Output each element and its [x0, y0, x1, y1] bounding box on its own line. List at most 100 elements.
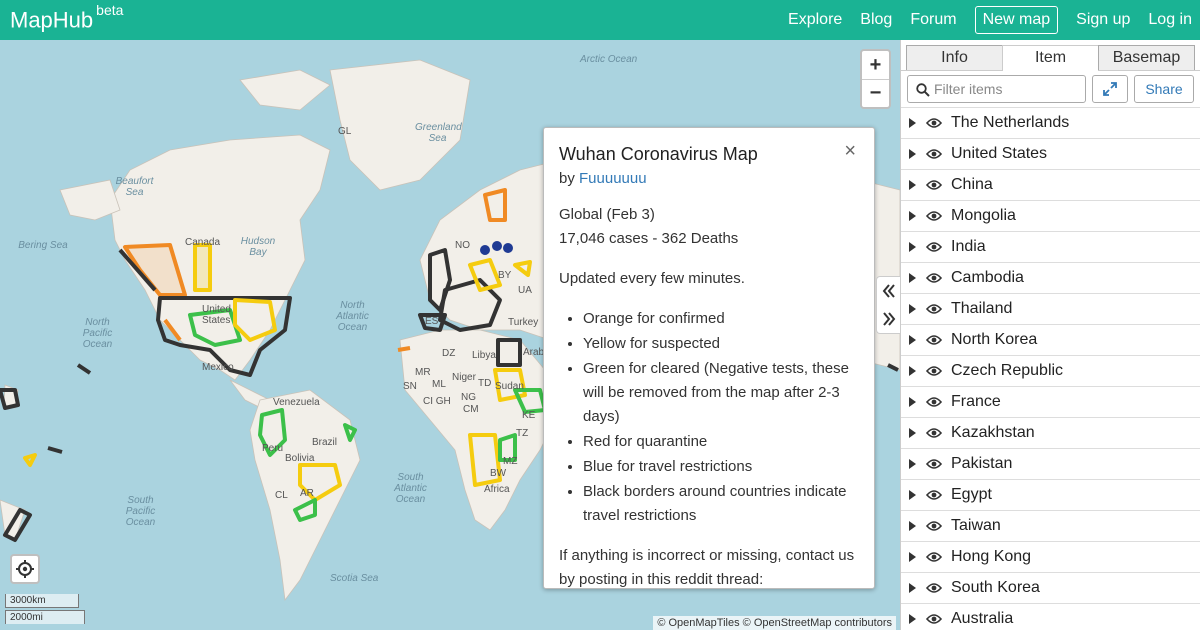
- label-bering-sea: Bering Sea: [18, 240, 68, 251]
- nav-log-in[interactable]: Log in: [1148, 11, 1192, 29]
- visibility-eye-icon[interactable]: [926, 117, 942, 129]
- label-turkey: Turkey: [508, 317, 539, 328]
- list-item[interactable]: Australia: [901, 604, 1200, 630]
- list-item[interactable]: United States: [901, 139, 1200, 170]
- visibility-eye-icon[interactable]: [926, 458, 942, 470]
- nav-forum[interactable]: Forum: [910, 11, 956, 29]
- label-scotia-sea: Scotia Sea: [330, 573, 379, 584]
- visibility-eye-icon[interactable]: [926, 272, 942, 284]
- zoom-out-button[interactable]: −: [862, 79, 889, 107]
- filter-box: [907, 75, 1086, 103]
- double-chevron-right-icon: [882, 312, 895, 326]
- list-item[interactable]: Pakistan: [901, 449, 1200, 480]
- global-counts: 17,046 cases - 362 Deaths: [559, 230, 739, 247]
- label-north-pacific: North Pacific Ocean: [82, 317, 113, 350]
- expand-triangle-icon[interactable]: [909, 614, 916, 624]
- list-item[interactable]: Mongolia: [901, 201, 1200, 232]
- visibility-eye-icon[interactable]: [926, 427, 942, 439]
- tab-info[interactable]: Info: [906, 45, 1003, 70]
- list-item[interactable]: Cambodia: [901, 263, 1200, 294]
- list-item[interactable]: Kazakhstan: [901, 418, 1200, 449]
- new-map-button[interactable]: New map: [974, 6, 1059, 34]
- expand-triangle-icon[interactable]: [909, 118, 916, 128]
- expand-triangle-icon[interactable]: [909, 149, 916, 159]
- tab-basemap[interactable]: Basemap: [1098, 45, 1195, 70]
- visibility-eye-icon[interactable]: [926, 148, 942, 160]
- visibility-eye-icon[interactable]: [926, 613, 942, 625]
- visibility-eye-icon[interactable]: [926, 551, 942, 563]
- author-link[interactable]: Fuuuuuuu: [579, 170, 647, 187]
- list-item-label: Taiwan: [951, 517, 1001, 534]
- list-item-label: France: [951, 393, 1001, 410]
- visibility-eye-icon[interactable]: [926, 210, 942, 222]
- locate-button[interactable]: [10, 554, 40, 584]
- list-item-label: Kazakhstan: [951, 424, 1035, 441]
- visibility-eye-icon[interactable]: [926, 489, 942, 501]
- expand-triangle-icon[interactable]: [909, 397, 916, 407]
- expand-button[interactable]: [1092, 75, 1128, 103]
- popup-close-button[interactable]: ×: [844, 140, 856, 163]
- list-item[interactable]: South Korea: [901, 573, 1200, 604]
- expand-triangle-icon[interactable]: [909, 304, 916, 314]
- legend-item: Yellow for suspected: [583, 332, 859, 356]
- list-item[interactable]: Hong Kong: [901, 542, 1200, 573]
- list-item[interactable]: Egypt: [901, 480, 1200, 511]
- list-item[interactable]: India: [901, 232, 1200, 263]
- outline-blue-1: [480, 245, 490, 255]
- brand-logo[interactable]: MapHub beta: [10, 2, 123, 33]
- land-alaska: [59, 179, 121, 221]
- expand-triangle-icon[interactable]: [909, 366, 916, 376]
- search-icon: [916, 83, 930, 97]
- list-item[interactable]: Czech Republic: [901, 356, 1200, 387]
- expand-triangle-icon[interactable]: [909, 490, 916, 500]
- label-dz: DZ: [442, 348, 456, 359]
- expand-triangle-icon[interactable]: [909, 180, 916, 190]
- nav-explore[interactable]: Explore: [788, 11, 842, 29]
- visibility-eye-icon[interactable]: [926, 365, 942, 377]
- expand-triangle-icon[interactable]: [909, 242, 916, 252]
- collapse-left-button[interactable]: [877, 277, 900, 305]
- expand-triangle-icon[interactable]: [909, 459, 916, 469]
- visibility-eye-icon[interactable]: [926, 582, 942, 594]
- expand-triangle-icon[interactable]: [909, 521, 916, 531]
- label-by: BY: [498, 270, 512, 281]
- popup-title: Wuhan Coronavirus Map: [559, 144, 758, 164]
- expand-triangle-icon[interactable]: [909, 583, 916, 593]
- nav-blog[interactable]: Blog: [860, 11, 892, 29]
- visibility-eye-icon[interactable]: [926, 334, 942, 346]
- label-cm: CM: [463, 404, 479, 415]
- list-item[interactable]: France: [901, 387, 1200, 418]
- expand-triangle-icon[interactable]: [909, 552, 916, 562]
- list-item[interactable]: Taiwan: [901, 511, 1200, 542]
- tab-item[interactable]: Item: [1002, 45, 1099, 71]
- filter-items-input[interactable]: [934, 77, 1084, 101]
- list-item[interactable]: Thailand: [901, 294, 1200, 325]
- outline-pacific-yellow: [23, 453, 37, 467]
- share-button[interactable]: Share: [1134, 75, 1194, 103]
- map-canvas[interactable]: Arctic Ocean Greenland Sea GL Canada Bea…: [0, 40, 900, 630]
- expand-triangle-icon[interactable]: [909, 211, 916, 221]
- visibility-eye-icon[interactable]: [926, 179, 942, 191]
- label-ml: ML: [432, 379, 446, 390]
- expand-triangle-icon[interactable]: [909, 335, 916, 345]
- item-list: The Netherlands United States China Mongoli…: [901, 107, 1200, 630]
- collapse-right-button[interactable]: [877, 305, 900, 333]
- list-item[interactable]: China: [901, 170, 1200, 201]
- nav-links: Explore Blog Forum New map Sign up Log i…: [770, 0, 1192, 40]
- label-greenland-sea: Greenland Sea: [415, 122, 462, 144]
- list-item[interactable]: The Netherlands: [901, 108, 1200, 139]
- sidebar-panel: Info Item Basemap Share The Netherlands U…: [900, 40, 1200, 630]
- items-toolbar: Share: [901, 71, 1200, 107]
- expand-triangle-icon[interactable]: [909, 428, 916, 438]
- visibility-eye-icon[interactable]: [926, 303, 942, 315]
- visibility-eye-icon[interactable]: [926, 520, 942, 532]
- expand-triangle-icon[interactable]: [909, 273, 916, 283]
- visibility-eye-icon[interactable]: [926, 396, 942, 408]
- nav-sign-up[interactable]: Sign up: [1076, 11, 1130, 29]
- zoom-in-button[interactable]: +: [862, 51, 889, 79]
- label-gl: GL: [338, 126, 352, 137]
- label-beaufort-sea: Beaufort Sea: [115, 176, 154, 198]
- visibility-eye-icon[interactable]: [926, 241, 942, 253]
- list-item[interactable]: North Korea: [901, 325, 1200, 356]
- map-attribution[interactable]: © OpenMapTiles © OpenStreetMap contribut…: [653, 616, 896, 630]
